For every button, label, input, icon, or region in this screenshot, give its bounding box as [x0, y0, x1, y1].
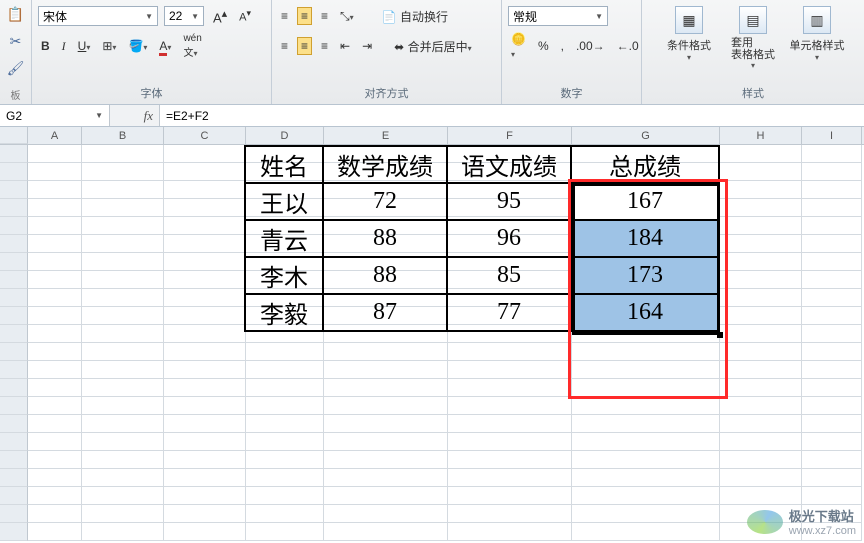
decrease-decimal-button[interactable]: ←.0 [614, 38, 642, 54]
table-row: 李木 88 85 173 [245, 257, 719, 294]
bold-button[interactable]: B [38, 38, 53, 54]
fx-icon[interactable]: fx [144, 108, 153, 124]
col-header[interactable]: E [324, 127, 448, 144]
align-bottom-button[interactable]: ≡ [318, 8, 331, 24]
ribbon: 📋 ✂ 🖌 板 宋体▼ 22▼ A▴ A▾ B I [0, 0, 864, 105]
data-table[interactable]: 姓名 数学成绩 语文成绩 总成绩 王以 72 95 167 青云 88 96 1… [244, 145, 720, 332]
underline-button[interactable]: U▾ [75, 38, 94, 54]
col-header[interactable]: D [246, 127, 324, 144]
font-size-combo[interactable]: 22▼ [164, 6, 204, 26]
table-row: 青云 88 96 184 [245, 220, 719, 257]
select-all-corner[interactable] [0, 127, 28, 144]
formula-bar: G2▼ fx =E2+F2 [0, 105, 864, 127]
increase-decimal-button[interactable]: .00→ [573, 38, 608, 54]
chevron-down-icon: ▼ [145, 12, 153, 21]
cut-icon[interactable]: ✂ [10, 33, 22, 50]
header-chinese[interactable]: 语文成绩 [447, 146, 571, 183]
number-group: 常规▼ 🪙▾ % , .00→ ←.0 数字 [502, 0, 642, 104]
font-group: 宋体▼ 22▼ A▴ A▾ B I U▾ ⊞▾ 🪣▾ A▾ wén文▾ [32, 0, 272, 104]
table-row: 李毅 87 77 164 [245, 294, 719, 331]
conditional-format-icon: ▦ [675, 6, 703, 34]
format-painter-icon[interactable]: 🖌 [7, 60, 25, 77]
align-middle-button[interactable]: ≡ [297, 7, 312, 25]
align-right-button[interactable]: ≡ [318, 38, 331, 54]
increase-indent-button[interactable]: ⇥ [359, 38, 375, 54]
cell-styles-icon: ▥ [803, 6, 831, 34]
comma-button[interactable]: , [558, 38, 567, 54]
name-box[interactable]: G2▼ [0, 105, 110, 126]
table-row: 王以 72 95 167 [245, 183, 719, 220]
phonetic-button[interactable]: wén文▾ [180, 32, 204, 60]
format-as-table-button[interactable]: ▤ 套用 表格格式▾ [725, 4, 781, 83]
chevron-down-icon: ▼ [595, 12, 603, 21]
col-header[interactable]: B [82, 127, 164, 144]
font-name-combo[interactable]: 宋体▼ [38, 6, 158, 26]
paste-icon[interactable]: 📋 [7, 6, 24, 23]
table-format-icon: ▤ [739, 6, 767, 34]
column-headers: A B C D E F G H I [0, 127, 864, 145]
italic-button[interactable]: I [59, 38, 69, 55]
alignment-group-label: 对齐方式 [278, 83, 495, 104]
increase-font-button[interactable]: A▴ [210, 6, 230, 26]
styles-group: ▦ 条件格式▾ ▤ 套用 表格格式▾ ▥ 单元格样式▾ 样式 [642, 0, 864, 104]
fill-handle[interactable] [717, 332, 723, 338]
watermark-logo-icon [747, 510, 783, 534]
col-header[interactable]: G [572, 127, 720, 144]
number-format-combo[interactable]: 常规▼ [508, 6, 608, 26]
border-button[interactable]: ⊞▾ [99, 38, 119, 54]
col-header[interactable]: H [720, 127, 802, 144]
currency-button[interactable]: 🪙▾ [508, 31, 529, 61]
header-total[interactable]: 总成绩 [571, 146, 719, 183]
formula-input[interactable]: =E2+F2 [160, 105, 864, 126]
chevron-down-icon: ▼ [191, 12, 199, 21]
cell-G2-active[interactable]: 167 [571, 183, 719, 220]
decrease-font-button[interactable]: A▾ [236, 7, 254, 25]
orientation-button[interactable]: ⤡▾ [337, 8, 357, 25]
formula-fx-area: fx [110, 105, 160, 126]
conditional-format-button[interactable]: ▦ 条件格式▾ [661, 4, 717, 83]
decrease-indent-button[interactable]: ⇤ [337, 38, 353, 54]
cell-styles-button[interactable]: ▥ 单元格样式▾ [789, 4, 845, 83]
watermark-text: 极光下载站 [789, 506, 856, 525]
watermark: 极光下载站 www.xz7.com [747, 506, 856, 537]
styles-group-label: 样式 [648, 83, 858, 104]
number-group-label: 数字 [508, 83, 635, 104]
chevron-down-icon: ▼ [95, 111, 103, 120]
font-group-label: 字体 [38, 83, 265, 104]
col-header[interactable]: A [28, 127, 82, 144]
align-top-button[interactable]: ≡ [278, 8, 291, 24]
header-name[interactable]: 姓名 [245, 146, 323, 183]
worksheet[interactable]: A B C D E F G H I // placeholder: real r… [0, 127, 864, 541]
qat-label: 板 [11, 87, 21, 102]
col-header[interactable]: I [802, 127, 862, 144]
wrap-text-button[interactable]: 📄 自动换行 [379, 7, 451, 26]
col-header[interactable]: F [448, 127, 572, 144]
alignment-group: ≡ ≡ ≡ ⤡▾ 📄 自动换行 ≡ ≡ ≡ ⇤ ⇥ ⬌ 合并后居中▾ 对齐 [272, 0, 502, 104]
fill-color-button[interactable]: 🪣▾ [125, 38, 150, 54]
quick-access-toolbar: 📋 ✂ 🖌 板 [0, 0, 32, 104]
header-math[interactable]: 数学成绩 [323, 146, 447, 183]
merge-center-button[interactable]: ⬌ 合并后居中▾ [391, 37, 474, 56]
percent-button[interactable]: % [535, 38, 552, 54]
col-header[interactable]: C [164, 127, 246, 144]
font-color-button[interactable]: A▾ [156, 38, 174, 54]
align-center-button[interactable]: ≡ [297, 37, 312, 55]
align-left-button[interactable]: ≡ [278, 38, 291, 54]
watermark-url: www.xz7.com [789, 525, 856, 537]
